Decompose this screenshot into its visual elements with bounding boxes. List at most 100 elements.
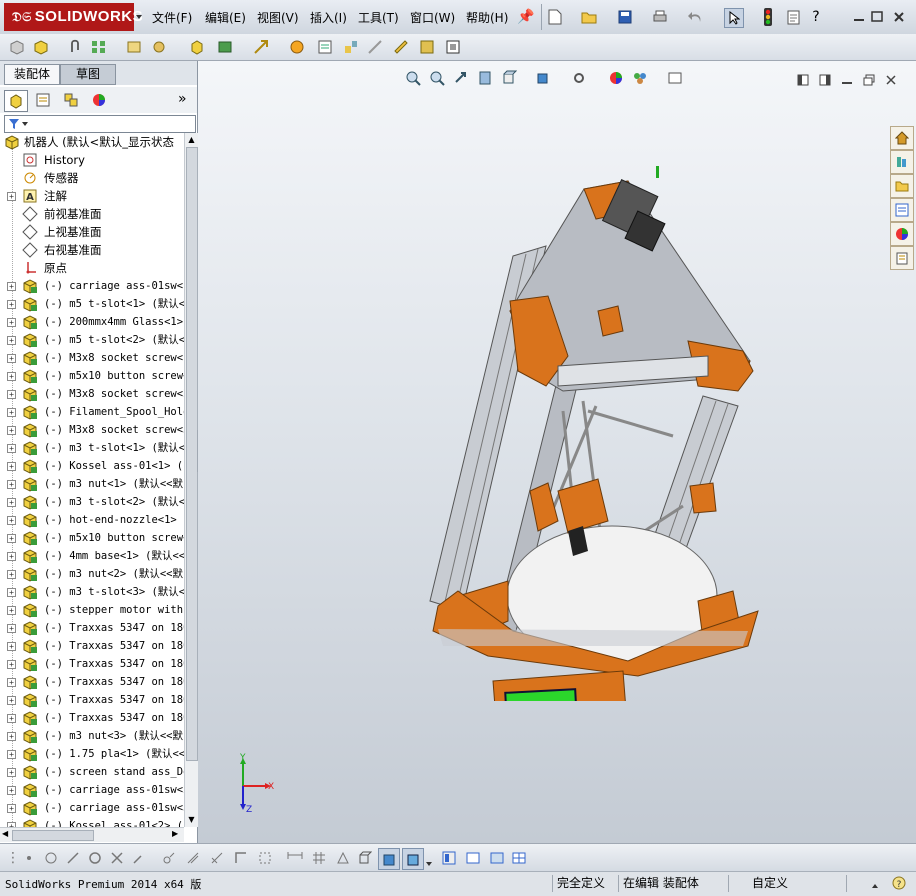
- new-motion-study-icon[interactable]: [288, 38, 306, 56]
- scroll-up-arrow-icon[interactable]: ▲: [187, 135, 196, 145]
- shaded-view-icon[interactable]: [378, 848, 400, 870]
- take-snapshot-icon[interactable]: [444, 38, 462, 56]
- expand-toggle-icon[interactable]: +: [7, 750, 16, 759]
- view-palette-icon[interactable]: [890, 198, 914, 222]
- display-style-icon[interactable]: [534, 69, 552, 87]
- expand-toggle-icon[interactable]: +: [7, 336, 16, 345]
- menu-file[interactable]: 文件(F): [152, 9, 192, 27]
- menu-help[interactable]: 帮助(H): [466, 9, 508, 27]
- quick-tips-icon[interactable]: ?: [890, 875, 908, 891]
- custom-properties-icon[interactable]: [890, 246, 914, 270]
- add-relation-icon[interactable]: [334, 849, 352, 867]
- expand-toggle-icon[interactable]: +: [7, 480, 16, 489]
- tree-filter-input[interactable]: [4, 115, 196, 133]
- solidworks-resources-icon[interactable]: [890, 126, 914, 150]
- move-component-icon[interactable]: [150, 38, 168, 56]
- graphics-area[interactable]: Y X Z: [198, 61, 916, 843]
- menu-tools[interactable]: 工具(T): [358, 9, 399, 27]
- extend-entities-icon[interactable]: [130, 849, 148, 867]
- shaded-with-edges-icon[interactable]: [402, 848, 424, 870]
- menu-insert[interactable]: 插入(I): [310, 9, 347, 27]
- sketch-circle-icon[interactable]: [86, 849, 104, 867]
- expand-toggle-icon[interactable]: +: [7, 318, 16, 327]
- assembly-component-icon[interactable]: [8, 38, 26, 56]
- reference-geometry-icon[interactable]: [252, 38, 270, 56]
- convert-entities-icon[interactable]: [184, 849, 202, 867]
- assembly-features-icon[interactable]: [216, 38, 234, 56]
- edit-appearance-icon[interactable]: [607, 69, 625, 87]
- scroll-left-arrow-icon[interactable]: ◀: [2, 829, 8, 838]
- logo-dropdown-arrow[interactable]: [136, 2, 142, 30]
- expand-toggle-icon[interactable]: +: [7, 354, 16, 363]
- tab-sketch[interactable]: 草图: [60, 64, 116, 85]
- menu-edit[interactable]: 编辑(E): [205, 9, 246, 27]
- hide-show-items-icon[interactable]: [570, 69, 588, 87]
- expand-toggle-icon[interactable]: +: [7, 390, 16, 399]
- sketch-point-icon[interactable]: [20, 849, 38, 867]
- expand-toggle-icon[interactable]: +: [7, 696, 16, 705]
- smart-fasteners-icon[interactable]: [125, 38, 143, 56]
- expand-toggle-icon[interactable]: +: [7, 588, 16, 597]
- exploded-view-icon[interactable]: [342, 38, 360, 56]
- viewport-tile-right-icon[interactable]: [816, 71, 834, 89]
- linear-pattern-icon[interactable]: [90, 38, 108, 56]
- hscroll-thumb[interactable]: [12, 830, 94, 841]
- offset-entities-icon[interactable]: [160, 849, 178, 867]
- expand-toggle-icon[interactable]: +: [7, 192, 16, 201]
- close-icon[interactable]: [890, 8, 908, 26]
- view-layout-icon[interactable]: [440, 849, 458, 867]
- grid-icon[interactable]: [310, 849, 328, 867]
- mate-paperclip-icon[interactable]: [66, 38, 84, 56]
- centerpoint-arc-icon[interactable]: [42, 849, 60, 867]
- tab-assembly[interactable]: 装配体: [4, 64, 60, 85]
- previous-view-icon[interactable]: [452, 69, 470, 87]
- save-icon[interactable]: [616, 8, 634, 26]
- mirror-entities-icon[interactable]: [208, 849, 226, 867]
- expand-toggle-icon[interactable]: +: [7, 516, 16, 525]
- restore-icon[interactable]: [868, 8, 886, 26]
- scroll-down-arrow-icon[interactable]: ▼: [187, 815, 196, 825]
- menu-window[interactable]: 窗口(W): [410, 9, 455, 27]
- expand-toggle-icon[interactable]: +: [7, 534, 16, 543]
- trim-entities-icon[interactable]: [108, 849, 126, 867]
- expand-toggle-icon[interactable]: +: [7, 570, 16, 579]
- expand-toggle-icon[interactable]: +: [7, 552, 16, 561]
- display-relations-icon[interactable]: [356, 849, 374, 867]
- menu-view[interactable]: 视图(V): [257, 9, 299, 27]
- zoom-to-fit-icon[interactable]: [404, 69, 422, 87]
- filter-dropdown-icon[interactable]: [22, 122, 28, 126]
- expand-toggle-icon[interactable]: +: [7, 498, 16, 507]
- bill-of-materials-icon[interactable]: [316, 38, 334, 56]
- expand-toggle-icon[interactable]: +: [7, 660, 16, 669]
- expand-toggle-icon[interactable]: +: [7, 804, 16, 813]
- viewport-close-icon[interactable]: [882, 71, 900, 89]
- select-arrow-icon[interactable]: [724, 8, 744, 28]
- section-view-icon[interactable]: [476, 69, 494, 87]
- sketch-rectangle-icon[interactable]: [256, 849, 274, 867]
- viewport-restore-icon[interactable]: [860, 71, 878, 89]
- file-explorer-icon[interactable]: [890, 174, 914, 198]
- display-style-dropdown-icon[interactable]: [426, 856, 432, 866]
- expand-toggle-icon[interactable]: +: [7, 462, 16, 471]
- four-view-icon[interactable]: [510, 849, 528, 867]
- rebuild-traffic-light-icon[interactable]: [759, 8, 777, 26]
- configurationmanager-tab-icon[interactable]: [60, 90, 82, 110]
- view-settings-icon[interactable]: [666, 69, 684, 87]
- expand-panel-icon[interactable]: »: [178, 91, 187, 107]
- solidworks-logo[interactable]: 𝔇𝔖 SOLIDWORKS: [4, 3, 143, 31]
- explode-line-sketch-icon[interactable]: [366, 38, 384, 56]
- featuremanager-tab-icon[interactable]: [4, 90, 28, 112]
- new-document-icon[interactable]: [546, 8, 564, 26]
- viewport-minimize-icon[interactable]: [838, 71, 856, 89]
- print-icon[interactable]: [651, 8, 669, 26]
- design-library-icon[interactable]: [890, 150, 914, 174]
- units-status[interactable]: 自定义: [748, 875, 842, 892]
- file-properties-icon[interactable]: [785, 8, 803, 26]
- expand-toggle-icon[interactable]: +: [7, 408, 16, 417]
- delta-3d-printer-model[interactable]: [398, 161, 768, 701]
- expand-toggle-icon[interactable]: +: [7, 444, 16, 453]
- expand-toggle-icon[interactable]: +: [7, 678, 16, 687]
- speedpak-icon[interactable]: [418, 38, 436, 56]
- view-orientation-icon[interactable]: [500, 69, 518, 87]
- expand-toggle-icon[interactable]: +: [7, 768, 16, 777]
